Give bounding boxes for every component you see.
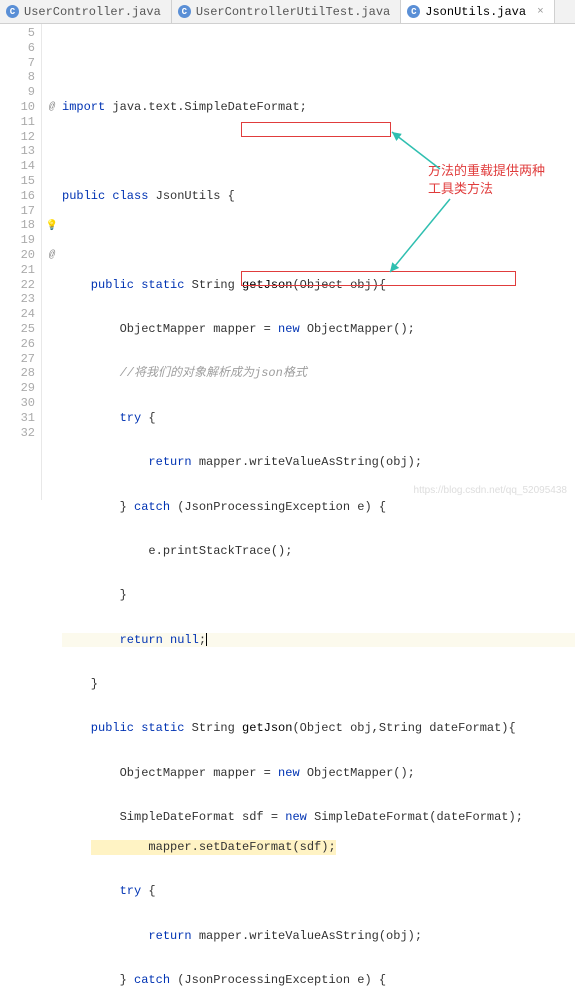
- tab-label: UserControllerUtilTest.java: [196, 5, 390, 19]
- tab-label: JsonUtils.java: [425, 5, 526, 19]
- code-line: [62, 233, 575, 248]
- line-number-gutter: 5678910111213141516171819202122232425262…: [0, 24, 42, 500]
- code-line: e.printStackTrace();: [62, 544, 575, 559]
- code-line: }: [62, 677, 575, 692]
- watermark: https://blog.csdn.net/qq_52095438: [414, 485, 567, 496]
- code-line: return mapper.writeValueAsString(obj);: [62, 929, 575, 944]
- tab-jsonutils[interactable]: C JsonUtils.java ×: [401, 0, 554, 23]
- code-line: //将我们的对象解析成为json格式: [62, 366, 575, 381]
- code-line: ObjectMapper mapper = new ObjectMapper()…: [62, 766, 575, 781]
- code-line: try {: [62, 411, 575, 426]
- code-line: [62, 56, 575, 71]
- code-line: ObjectMapper mapper = new ObjectMapper()…: [62, 322, 575, 337]
- code-line: mapper.setDateFormat(sdf);: [91, 840, 336, 855]
- code-line: } catch (JsonProcessingException e) {: [62, 973, 575, 988]
- code-line: public static String getJson(Object obj)…: [62, 278, 575, 293]
- code-line: } catch (JsonProcessingException e) {: [62, 500, 575, 515]
- close-icon[interactable]: ×: [537, 6, 544, 18]
- annotation-text: 方法的重载提供两种: [428, 160, 545, 179]
- annotation-text: 工具类方法: [428, 178, 493, 197]
- code-line: return null;: [62, 633, 575, 648]
- code-line: }: [62, 588, 575, 603]
- code-line: public class JsonUtils {: [62, 189, 575, 204]
- code-line: import java.text.SimpleDateFormat;: [62, 100, 575, 115]
- tab-usercontrollerutiltest[interactable]: C UserControllerUtilTest.java: [172, 0, 401, 23]
- tab-label: UserController.java: [24, 5, 161, 19]
- tab-usercontroller[interactable]: C UserController.java: [0, 0, 172, 23]
- code-editor[interactable]: 5678910111213141516171819202122232425262…: [0, 24, 575, 500]
- code-area[interactable]: import java.text.SimpleDateFormat; publi…: [42, 24, 575, 500]
- class-icon: C: [178, 5, 191, 18]
- class-icon: C: [6, 5, 19, 18]
- code-line: return mapper.writeValueAsString(obj);: [62, 455, 575, 470]
- code-line: [62, 144, 575, 159]
- class-icon: C: [407, 5, 420, 18]
- editor-tabs: C UserController.java C UserControllerUt…: [0, 0, 575, 24]
- code-line: SimpleDateFormat sdf = new SimpleDateFor…: [62, 810, 575, 825]
- code-line: public static String getJson(Object obj,…: [62, 721, 575, 736]
- code-line: try {: [62, 884, 575, 899]
